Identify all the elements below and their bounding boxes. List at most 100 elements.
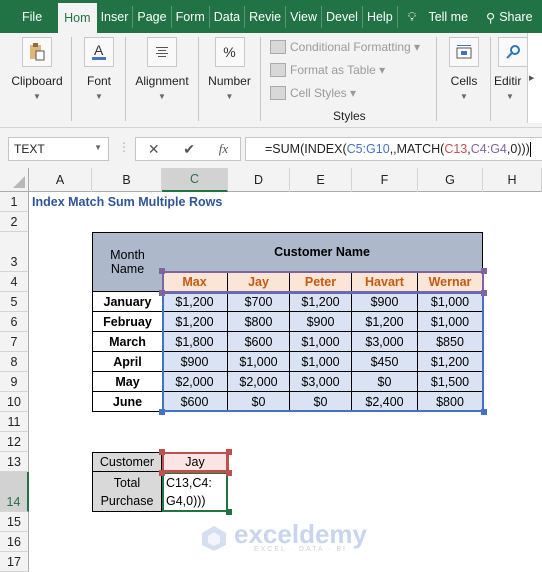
month-cell[interactable]: May [92,372,163,392]
row-header-10[interactable]: 10 [0,392,29,412]
range-resize-handle[interactable] [226,449,232,455]
value-cell[interactable]: $800 [418,392,483,412]
tab-help[interactable]: Help [363,6,398,28]
column-header-h[interactable]: H [483,168,542,192]
range-resize-handle[interactable] [159,470,165,476]
customer-label-cell[interactable]: Customer [92,452,162,472]
cancel-icon[interactable]: ✕ [148,141,160,158]
tab-form[interactable]: Form [172,6,210,28]
month-cell[interactable]: Februay [92,312,163,332]
value-cell[interactable]: $1,000 [290,352,352,372]
customer-header-cell[interactable]: Peter [290,272,352,292]
number-group[interactable]: % Number ▼ [200,33,259,123]
value-cell[interactable]: $1,200 [162,312,228,332]
value-cell[interactable]: $2,000 [162,372,228,392]
value-cell[interactable]: $3,000 [352,332,418,352]
editing-group[interactable]: Editir ▼ [494,33,528,123]
formula-input[interactable]: =SUM(INDEX(C5:G10,,MATCH(C13,C4:G4,0))) [245,137,542,161]
row-header-11[interactable]: 11 [0,412,29,432]
conditional-formatting-button[interactable]: Conditional Formatting ▾ [270,40,420,54]
tab-devel[interactable]: Devel [322,6,363,28]
month-cell[interactable]: April [92,352,163,372]
row-header-1[interactable]: 1 [0,192,29,212]
value-cell[interactable]: $850 [418,332,483,352]
range-resize-handle[interactable] [159,268,165,274]
value-cell[interactable]: $900 [352,292,418,312]
tab-data[interactable]: Data [210,6,246,28]
tab-page[interactable]: Page [133,6,172,28]
name-box[interactable]: TEXT ▼ [8,137,109,161]
range-resize-handle[interactable] [159,449,165,455]
value-cell[interactable]: $2,000 [228,372,290,392]
value-cell[interactable]: $1,200 [162,292,228,312]
ribbon-scroll-right-button[interactable]: ▶ [527,33,542,123]
customer-header-cell[interactable]: Havart [352,272,418,292]
value-cell[interactable]: $1,000 [228,352,290,372]
customer-lookup-cell[interactable]: Jay [162,452,228,472]
value-cell[interactable]: $800 [228,312,290,332]
format-as-table-button[interactable]: Format as Table ▾ [270,63,385,77]
value-cell[interactable]: $1,000 [290,332,352,352]
range-resize-handle[interactable] [481,268,487,274]
value-cell[interactable]: $1,000 [418,292,483,312]
customer-header-cell[interactable]: Max [162,272,228,292]
column-header-c[interactable]: C [162,168,228,192]
value-cell[interactable]: $600 [162,392,228,412]
row-header-12[interactable]: 12 [0,432,29,452]
cells-group[interactable]: Cells ▼ [440,33,488,123]
row-header-17[interactable]: 17 [0,552,29,572]
tab-view[interactable]: View [286,6,322,28]
tab-file[interactable]: File [0,6,58,28]
drag-handle-icon[interactable]: ⋮ [118,140,130,154]
value-cell[interactable]: $900 [290,312,352,332]
month-cell[interactable]: March [92,332,163,352]
tell-me-button[interactable]: 💡︎ Tell me [398,6,472,28]
row-header-14[interactable]: 14 [0,472,29,512]
month-cell[interactable]: January [92,292,163,312]
value-cell[interactable]: $900 [162,352,228,372]
row-header-13[interactable]: 13 [0,452,29,472]
column-header-g[interactable]: G [418,168,483,192]
value-cell[interactable]: $1,200 [290,292,352,312]
column-header-d[interactable]: D [228,168,290,192]
row-header-15[interactable]: 15 [0,512,29,532]
tab-inser[interactable]: Inser [97,6,134,28]
value-cell[interactable]: $0 [290,392,352,412]
value-cell[interactable]: $0 [228,392,290,412]
value-cell[interactable]: $450 [352,352,418,372]
tab-hom[interactable]: Hom [58,3,97,33]
total-purchase-label-cell[interactable]: Total Purchase [92,472,162,512]
value-cell[interactable]: $3,000 [290,372,352,392]
column-header-a[interactable]: A [29,168,92,192]
row-header-7[interactable]: 7 [0,332,29,352]
month-name-header[interactable]: Month Name [92,232,163,292]
range-resize-handle[interactable] [159,290,165,296]
column-header-b[interactable]: B [92,168,162,192]
select-all-button[interactable] [0,168,29,192]
value-cell[interactable]: $600 [228,332,290,352]
month-cell[interactable]: June [92,392,163,412]
value-cell[interactable]: $0 [352,372,418,392]
row-header-6[interactable]: 6 [0,312,29,332]
value-cell[interactable]: $2,400 [352,392,418,412]
row-header-8[interactable]: 8 [0,352,29,372]
value-cell[interactable]: $1,800 [162,332,228,352]
column-header-f[interactable]: F [352,168,418,192]
range-resize-handle[interactable] [481,409,487,415]
value-cell[interactable]: $1,200 [418,352,483,372]
row-header-9[interactable]: 9 [0,372,29,392]
row-header-3[interactable]: 3 [0,232,29,272]
cell-styles-button[interactable]: Cell Styles ▾ [270,86,356,100]
total-purchase-edit-cell[interactable]: C13,C4: G4,0))) [162,472,228,512]
value-cell[interactable]: $1,200 [352,312,418,332]
enter-check-icon[interactable]: ✔ [183,141,195,158]
chevron-down-icon[interactable]: ▼ [94,143,102,152]
range-resize-handle[interactable] [481,290,487,296]
range-resize-handle[interactable] [159,409,165,415]
value-cell[interactable]: $1,000 [418,312,483,332]
column-header-e[interactable]: E [290,168,352,192]
clipboard-group[interactable]: Clipboard ▼ [4,33,70,123]
range-resize-handle[interactable] [226,509,232,515]
row-header-4[interactable]: 4 [0,272,29,292]
font-group[interactable]: A Font ▼ [73,33,125,123]
